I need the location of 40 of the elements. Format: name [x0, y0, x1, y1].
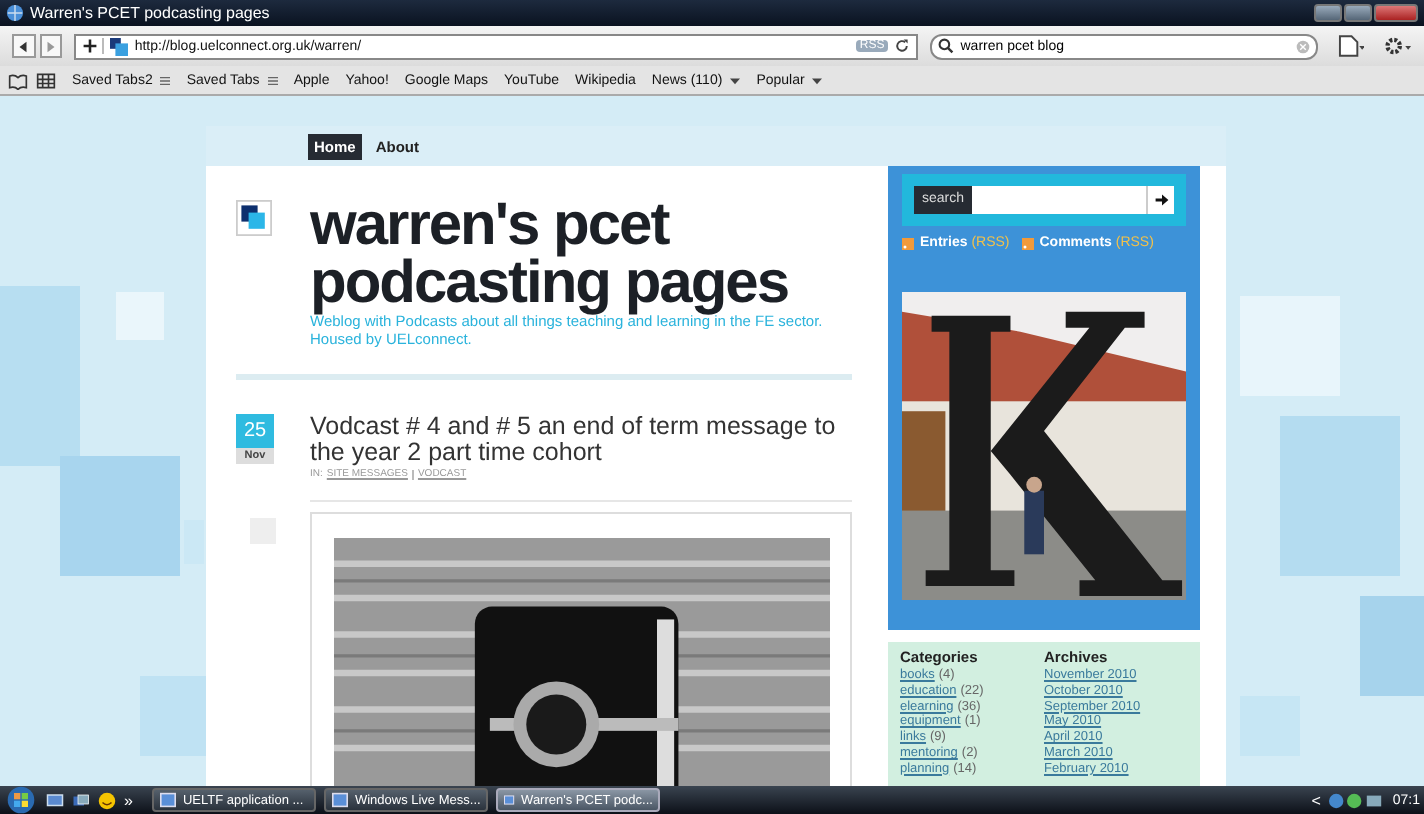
blog-title[interactable]: warren's pcet podcasting pages — [310, 196, 854, 312]
background-square — [140, 676, 206, 756]
logo-icon — [236, 200, 272, 236]
arrow-icon — [1153, 192, 1169, 208]
desktop-icon[interactable] — [46, 791, 64, 809]
page-icon[interactable] — [1337, 34, 1365, 58]
caret-icon[interactable] — [730, 75, 741, 85]
add-icon — [82, 38, 105, 54]
book-icon[interactable] — [8, 71, 28, 89]
rss-icon — [902, 237, 914, 249]
menu-icon[interactable] — [267, 75, 278, 85]
rss-icon — [1021, 237, 1034, 249]
smiley-icon[interactable] — [98, 791, 116, 809]
grid-icon[interactable] — [36, 71, 56, 89]
search-icon — [938, 38, 955, 54]
overflow-chevron[interactable]: » — [124, 791, 133, 809]
minimize-button[interactable] — [1314, 4, 1342, 22]
background-square — [1360, 596, 1424, 696]
site-icon — [110, 37, 129, 55]
menu-icon[interactable] — [160, 75, 171, 85]
window-icon — [160, 792, 177, 808]
forward-icon — [44, 39, 58, 53]
maximize-button[interactable] — [1344, 4, 1372, 22]
globe-icon — [6, 4, 24, 22]
start-button[interactable] — [4, 786, 38, 814]
tray-icons[interactable] — [1328, 791, 1385, 809]
windows-icon[interactable] — [72, 791, 90, 809]
window-icon — [332, 792, 349, 808]
window-title: Warren's PCET podcasting pages — [30, 4, 270, 22]
tray-expand-button[interactable]: < — [1311, 791, 1321, 809]
window-icon — [504, 792, 516, 808]
post-title[interactable]: Vodcast # 4 and # 5 an end of term message to the year 2 part time cohort — [310, 414, 850, 466]
background-square — [184, 520, 204, 564]
search-button[interactable] — [1146, 186, 1174, 214]
caret-icon[interactable] — [812, 75, 823, 85]
back-icon — [16, 39, 31, 53]
settings-icon[interactable] — [1384, 34, 1412, 58]
date-day: 25 — [236, 414, 274, 448]
reload-icon[interactable] — [894, 38, 911, 54]
back-button[interactable] — [12, 34, 36, 58]
